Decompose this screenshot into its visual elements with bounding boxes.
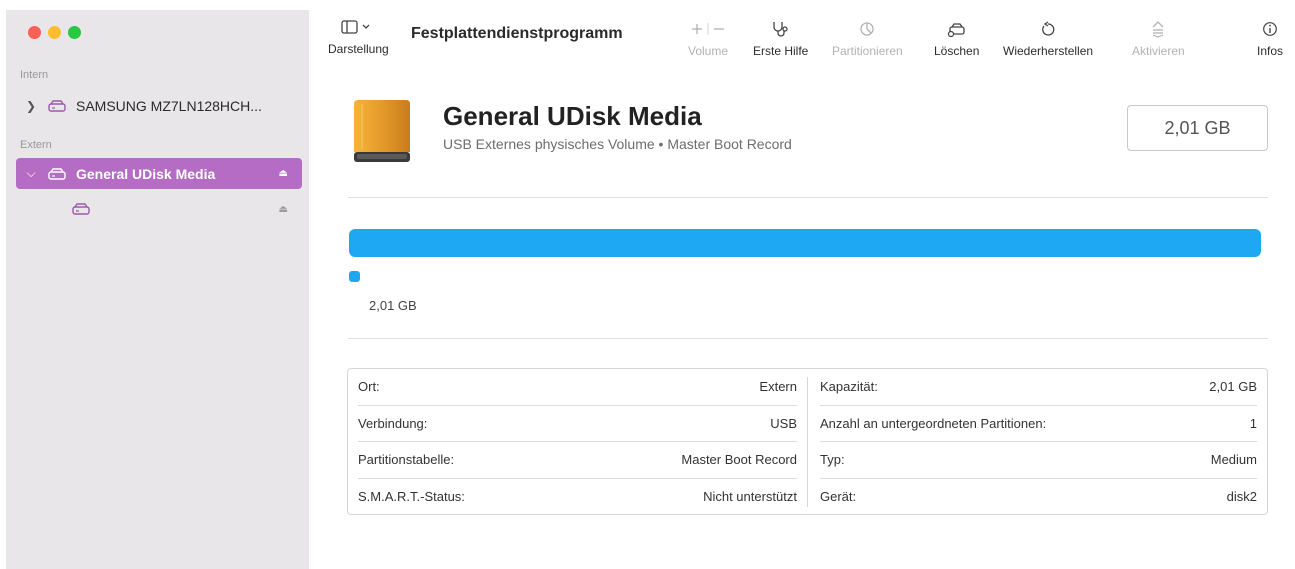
detail-key: Typ: bbox=[820, 452, 845, 468]
info-label: Infos bbox=[1257, 44, 1284, 58]
detail-key: Verbindung: bbox=[358, 415, 428, 431]
detail-value: Nicht unterstützt bbox=[703, 489, 797, 505]
volume-label: Volume bbox=[688, 44, 729, 58]
capacity-box: 2,01 GB bbox=[1127, 105, 1268, 151]
capacity-value: 2,01 GB bbox=[1164, 117, 1231, 138]
erase-label: Löschen bbox=[934, 44, 980, 58]
detail-key: Ort: bbox=[358, 379, 380, 395]
internal-disk-icon bbox=[48, 100, 66, 112]
detail-value: 1 bbox=[1249, 415, 1257, 431]
detail-value: Medium bbox=[1210, 452, 1257, 468]
details-right-column: Kapazität: 2,01 GB Anzahl an untergeordn… bbox=[820, 369, 1257, 515]
sidebar-item-label: SAMSUNG MZ7LN128HCH... bbox=[76, 98, 262, 114]
mount-icon bbox=[1150, 18, 1166, 40]
restore-label: Wiederherstellen bbox=[1003, 44, 1094, 58]
divider bbox=[348, 338, 1268, 339]
window-title: Festplattendienstprogramm bbox=[411, 25, 623, 42]
table-row: S.M.A.R.T.-Status: Nicht unterstützt bbox=[358, 479, 797, 516]
sidebar-heading-external: Extern bbox=[20, 139, 52, 151]
mount-label: Aktivieren bbox=[1132, 44, 1185, 58]
sidebar-toggle-icon bbox=[341, 16, 375, 38]
details-left-column: Ort: Extern Verbindung: USB Partitionsta… bbox=[358, 369, 797, 515]
chevron-down-icon[interactable]: ⌵ bbox=[22, 166, 40, 181]
restore-button[interactable]: Wiederherstellen bbox=[1003, 18, 1093, 58]
sidebar-item-general-udisk[interactable]: ⌵ General UDisk Media ⏏ bbox=[16, 158, 302, 189]
sidebar: Intern ❯ SAMSUNG MZ7LN128HCH... Extern ⌵… bbox=[6, 10, 309, 569]
usage-legend-swatch bbox=[349, 271, 360, 282]
detail-key: Kapazität: bbox=[820, 379, 878, 395]
table-row: Gerät: disk2 bbox=[820, 479, 1257, 516]
detail-value: Master Boot Record bbox=[681, 452, 797, 468]
zoom-window-button[interactable] bbox=[68, 26, 81, 39]
first-aid-button[interactable]: Erste Hilfe bbox=[753, 18, 808, 58]
volume-button[interactable]: Volume bbox=[688, 18, 728, 58]
erase-button[interactable]: Löschen bbox=[934, 18, 979, 58]
external-drive-icon bbox=[354, 100, 410, 162]
view-label: Darstellung bbox=[328, 42, 389, 56]
table-row: Kapazität: 2,01 GB bbox=[820, 369, 1257, 406]
drive-name: General UDisk Media bbox=[443, 101, 702, 131]
minimize-window-button[interactable] bbox=[48, 26, 61, 39]
external-disk-icon bbox=[48, 167, 66, 180]
eject-icon[interactable]: ⏏ bbox=[279, 168, 288, 179]
info-button[interactable]: Infos bbox=[1257, 18, 1283, 58]
mount-button[interactable]: Aktivieren bbox=[1132, 18, 1185, 58]
eject-icon[interactable]: ⏏ bbox=[279, 204, 288, 215]
detail-key: Anzahl an untergeordneten Partitionen: bbox=[820, 415, 1047, 431]
first-aid-label: Erste Hilfe bbox=[753, 44, 809, 58]
restore-arrow-icon bbox=[1040, 18, 1056, 40]
partition-button[interactable]: Partitionieren bbox=[832, 18, 903, 58]
table-row: Verbindung: USB bbox=[358, 406, 797, 442]
table-row: Typ: Medium bbox=[820, 442, 1257, 479]
usage-bar bbox=[349, 229, 1261, 257]
detail-key: Gerät: bbox=[820, 489, 857, 505]
view-button[interactable]: Darstellung bbox=[328, 16, 389, 56]
column-divider bbox=[807, 377, 808, 507]
partition-label: Partitionieren bbox=[832, 44, 903, 58]
usage-legend-size: 2,01 GB bbox=[369, 298, 417, 313]
volume-icon bbox=[72, 203, 90, 215]
sidebar-item-samsung[interactable]: ❯ SAMSUNG MZ7LN128HCH... bbox=[16, 91, 302, 121]
table-row: Partitionstabelle: Master Boot Record bbox=[358, 442, 797, 479]
sidebar-item-label: General UDisk Media bbox=[76, 165, 216, 182]
sidebar-item-volume[interactable]: ⏏ bbox=[16, 194, 302, 224]
sidebar-heading-internal: Intern bbox=[20, 69, 49, 81]
table-row: Anzahl an untergeordneten Partitionen: 1 bbox=[820, 406, 1257, 442]
divider bbox=[348, 197, 1268, 198]
detail-key: Partitionstabelle: bbox=[358, 452, 455, 468]
table-row: Ort: Extern bbox=[358, 369, 797, 406]
close-window-button[interactable] bbox=[28, 26, 41, 39]
detail-key: S.M.A.R.T.-Status: bbox=[358, 489, 465, 505]
detail-value: USB bbox=[770, 415, 797, 431]
detail-value: Extern bbox=[759, 379, 797, 395]
detail-value: 2,01 GB bbox=[1209, 379, 1257, 395]
add-remove-icon bbox=[688, 18, 728, 40]
drive-subtitle: USB Externes physisches Volume • Master … bbox=[443, 136, 792, 152]
pie-chart-icon bbox=[859, 18, 875, 40]
info-icon bbox=[1262, 18, 1278, 40]
detail-value: disk2 bbox=[1226, 489, 1257, 505]
details-table: Ort: Extern Verbindung: USB Partitionsta… bbox=[347, 368, 1268, 515]
chevron-right-icon[interactable]: ❯ bbox=[22, 99, 40, 113]
stethoscope-icon bbox=[771, 18, 791, 40]
erase-disk-icon bbox=[947, 18, 967, 40]
